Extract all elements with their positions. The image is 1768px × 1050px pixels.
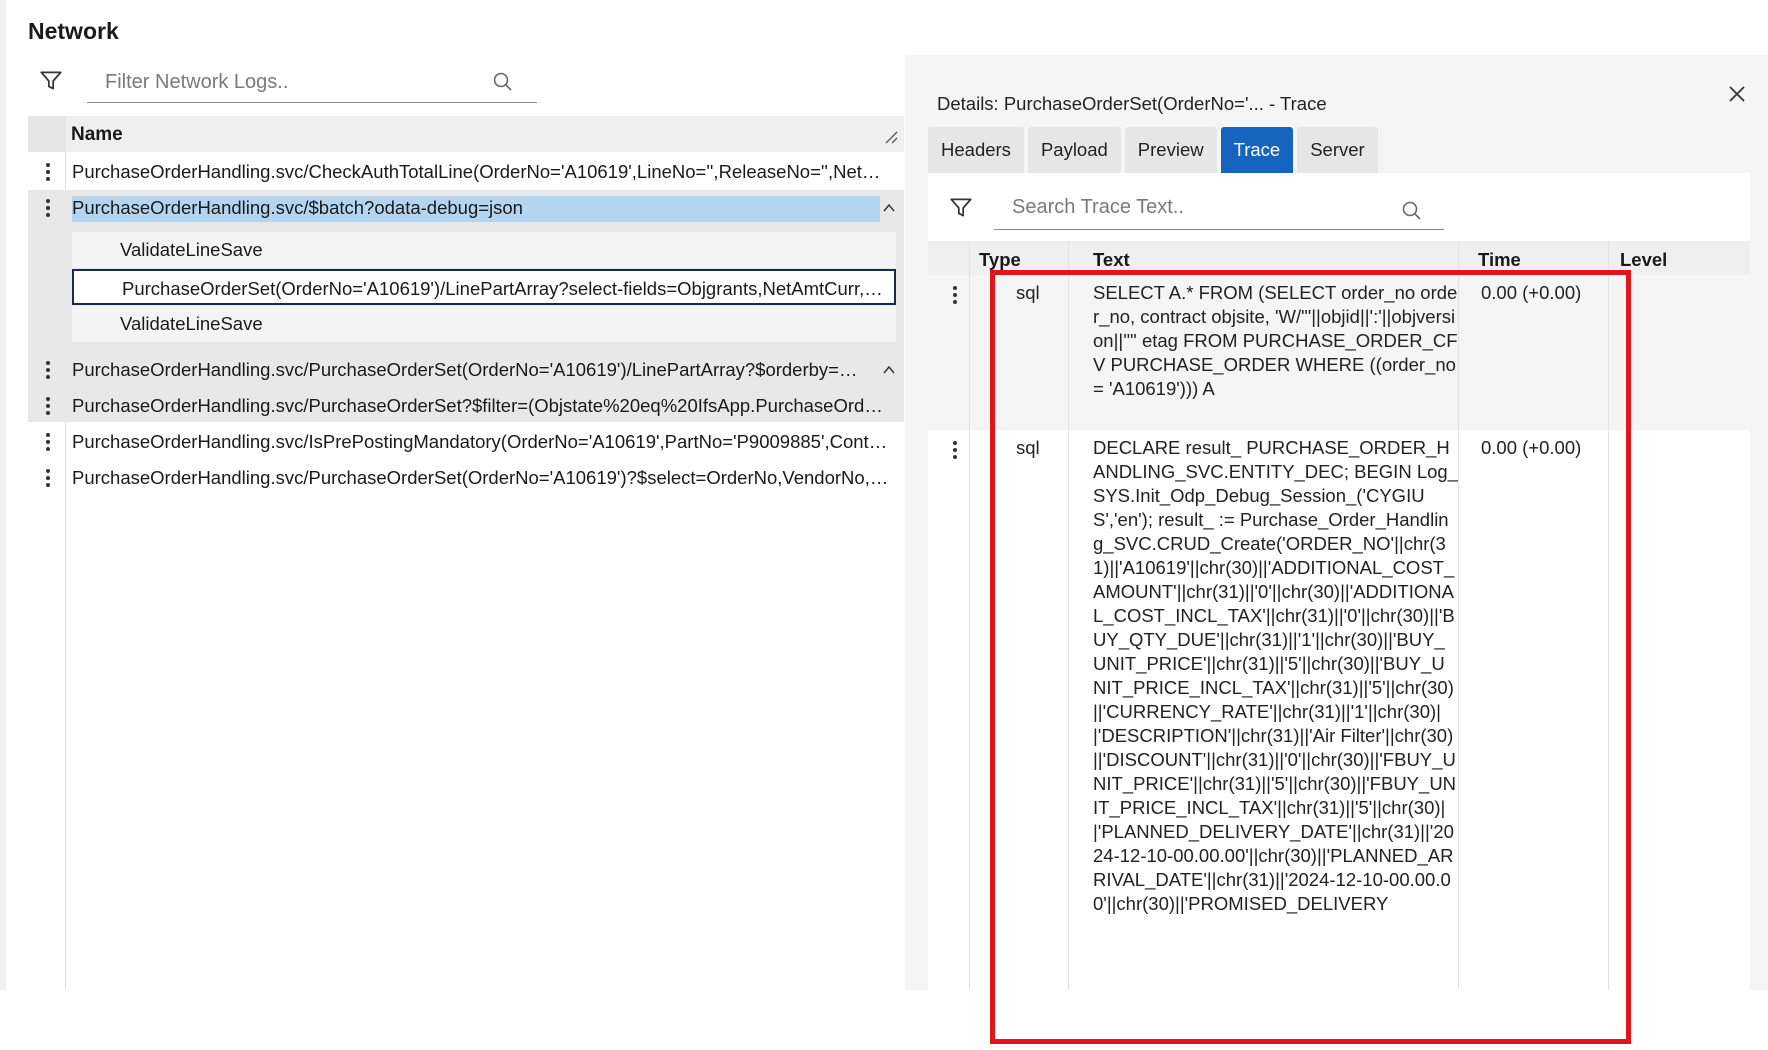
list-item[interactable]: PurchaseOrderHandling.svc/PurchaseOrderS… [28, 460, 904, 496]
child-name: ValidateLineSave [120, 239, 263, 260]
header-gutter [28, 116, 65, 152]
network-log-search-input[interactable] [87, 62, 537, 102]
tab-trace[interactable]: Trace [1220, 127, 1294, 173]
details-title: Details: PurchaseOrderSet(OrderNo='... -… [937, 93, 1327, 114]
search-icon[interactable] [491, 70, 515, 94]
network-log-search[interactable] [87, 62, 537, 103]
close-icon[interactable] [1726, 83, 1748, 105]
more-options-icon[interactable] [37, 466, 59, 490]
chevron-up-icon[interactable] [882, 363, 896, 377]
list-header: Name [28, 116, 904, 152]
batch-child-item[interactable]: PurchaseOrderSet(OrderNo='A10619')/LineP… [72, 269, 896, 305]
name-column-header[interactable]: Name [71, 124, 123, 146]
tab-headers[interactable]: Headers [928, 127, 1024, 173]
tab-payload[interactable]: Payload [1027, 127, 1121, 173]
annotation-highlight-box [990, 270, 1631, 1044]
column-divider [969, 241, 970, 990]
filter-icon[interactable] [38, 68, 64, 94]
batch-child-item[interactable]: ValidateLineSave [72, 306, 896, 342]
more-options-icon[interactable] [37, 358, 59, 382]
tab-server[interactable]: Server [1297, 127, 1378, 173]
child-name: ValidateLineSave [120, 313, 263, 334]
request-name: PurchaseOrderHandling.svc/PurchaseOrderS… [72, 467, 889, 488]
level-column-header[interactable]: Level [1620, 249, 1667, 271]
column-resize-icon[interactable] [884, 130, 898, 144]
search-icon[interactable] [1400, 199, 1424, 223]
more-options-icon[interactable] [37, 394, 59, 418]
list-item[interactable]: PurchaseOrderHandling.svc/PurchaseOrderS… [28, 352, 904, 388]
more-options-icon[interactable] [944, 438, 966, 462]
left-edge-shade [0, 0, 6, 990]
more-options-icon[interactable] [37, 160, 59, 184]
page-title: Network [28, 18, 119, 44]
list-item[interactable]: PurchaseOrderHandling.svc/IsPrePostingMa… [28, 424, 904, 460]
more-options-icon[interactable] [944, 283, 966, 307]
list-item[interactable]: PurchaseOrderHandling.svc/$batch?odata-d… [28, 190, 904, 226]
type-column-header[interactable]: Type [979, 249, 1021, 271]
text-column-header[interactable]: Text [1093, 249, 1130, 271]
details-tabs: Headers Payload Preview Trace Server [928, 127, 1378, 173]
filter-icon[interactable] [948, 195, 974, 221]
time-column-header[interactable]: Time [1478, 249, 1521, 271]
request-name: PurchaseOrderHandling.svc/$batch?odata-d… [72, 197, 523, 218]
network-log-list: Name PurchaseOrderHandling.svc/CheckAuth… [28, 116, 904, 990]
chevron-up-icon[interactable] [882, 201, 896, 215]
more-options-icon[interactable] [37, 430, 59, 454]
request-name: PurchaseOrderHandling.svc/CheckAuthTotal… [72, 161, 892, 182]
more-options-icon[interactable] [37, 196, 59, 220]
trace-search[interactable] [994, 185, 1444, 230]
tab-preview[interactable]: Preview [1124, 127, 1217, 173]
trace-search-input[interactable] [994, 185, 1444, 229]
request-name: PurchaseOrderHandling.svc/PurchaseOrderS… [72, 359, 862, 380]
batch-child-item[interactable]: ValidateLineSave [72, 232, 896, 268]
list-item[interactable]: PurchaseOrderHandling.svc/CheckAuthTotal… [28, 154, 904, 190]
child-name: PurchaseOrderSet(OrderNo='A10619')/LineP… [122, 278, 892, 299]
request-name: PurchaseOrderHandling.svc/PurchaseOrderS… [72, 395, 892, 416]
request-name: PurchaseOrderHandling.svc/IsPrePostingMa… [72, 431, 888, 452]
list-item[interactable]: PurchaseOrderHandling.svc/PurchaseOrderS… [28, 388, 904, 424]
